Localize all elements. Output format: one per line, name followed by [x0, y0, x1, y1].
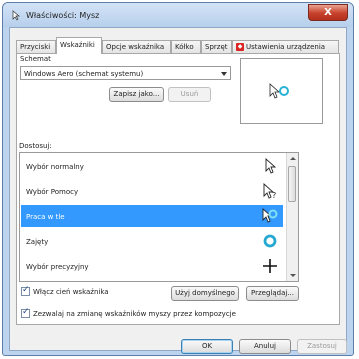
enable-shadow-label: Włącz cień wskaźnika: [33, 288, 109, 296]
list-scrollbar[interactable]: [286, 153, 298, 281]
tab-device-settings-label: Ustawienia urządzenia: [246, 43, 326, 51]
cursor-list[interactable]: Wybór normalny Wybór Pomocy ? Praca w tl…: [19, 152, 299, 282]
list-item[interactable]: Zajęty: [21, 230, 283, 252]
delete-scheme-button[interactable]: Usuń: [168, 87, 211, 102]
close-button[interactable]: X: [308, 4, 348, 21]
tab-hardware[interactable]: Sprzęt: [201, 40, 232, 53]
list-item[interactable]: Wybór precyzyjny: [21, 255, 283, 277]
preview-working-cursor-icon: [269, 83, 289, 99]
working-in-background-cursor-icon: [262, 208, 278, 223]
browse-button[interactable]: Przeglądaj...: [246, 286, 299, 301]
allow-themes-checkbox[interactable]: [21, 307, 30, 318]
list-item[interactable]: Wybór Pomocy ?: [21, 180, 283, 202]
mouse-properties-window: Właściwości: Mysz X Przyciski Wskaźniki …: [2, 2, 354, 356]
arrow-cursor-icon: [265, 158, 277, 174]
row-label: Wybór precyzyjny: [26, 263, 89, 271]
tab-buttons[interactable]: Przyciski: [16, 40, 56, 53]
scheme-label: Schemat: [20, 55, 51, 63]
window-title: Właściwości: Mysz: [26, 11, 100, 20]
list-item[interactable]: Wybór normalny: [21, 155, 283, 177]
title-bar: Właściwości: Mysz X: [3, 3, 353, 27]
precision-cursor-icon: [263, 259, 277, 273]
tab-pointer-options[interactable]: Opcje wskaźnika: [102, 40, 171, 53]
apply-button[interactable]: Zastosuj: [297, 339, 347, 354]
row-label: Zajęty: [26, 238, 49, 246]
scheme-label-text: Schemat: [20, 55, 51, 63]
customize-label: Dostosuj:: [19, 142, 52, 150]
save-as-button[interactable]: Zapisz jako...: [109, 87, 164, 102]
scroll-up-arrow-icon[interactable]: [290, 157, 296, 160]
row-label: Wybór normalny: [26, 163, 84, 171]
use-default-button[interactable]: Użyj domyślnego: [171, 286, 239, 301]
enable-shadow-checkbox[interactable]: [21, 285, 30, 296]
list-item-selected[interactable]: Praca w tle: [21, 205, 283, 227]
svg-text:?: ?: [272, 191, 276, 199]
busy-cursor-icon: [263, 234, 277, 248]
tab-device-settings[interactable]: ◆ Ustawienia urządzenia: [232, 40, 339, 53]
ok-button[interactable]: OK: [181, 339, 233, 354]
scheme-dropdown-value: Windows Aero (schemat systemu): [24, 70, 144, 78]
cursor-preview: [240, 58, 323, 124]
device-settings-icon: ◆: [236, 43, 244, 51]
allow-themes-label: Zezwalaj na zmianę wskaźników myszy prze…: [33, 310, 236, 318]
tab-wheel[interactable]: Kółko: [171, 40, 201, 53]
scheme-dropdown[interactable]: Windows Aero (schemat systemu): [20, 66, 231, 80]
cancel-button[interactable]: Anuluj: [239, 339, 291, 354]
help-cursor-icon: ?: [263, 183, 276, 199]
scroll-down-arrow-icon[interactable]: [290, 274, 296, 277]
tab-pointers[interactable]: Wskaźniki: [56, 37, 102, 54]
row-label: Wybór Pomocy: [26, 188, 79, 196]
chevron-down-icon: [221, 72, 227, 76]
row-label: Praca w tle: [26, 213, 65, 221]
scroll-thumb[interactable]: [288, 166, 296, 202]
mouse-pointer-icon: [12, 10, 20, 21]
